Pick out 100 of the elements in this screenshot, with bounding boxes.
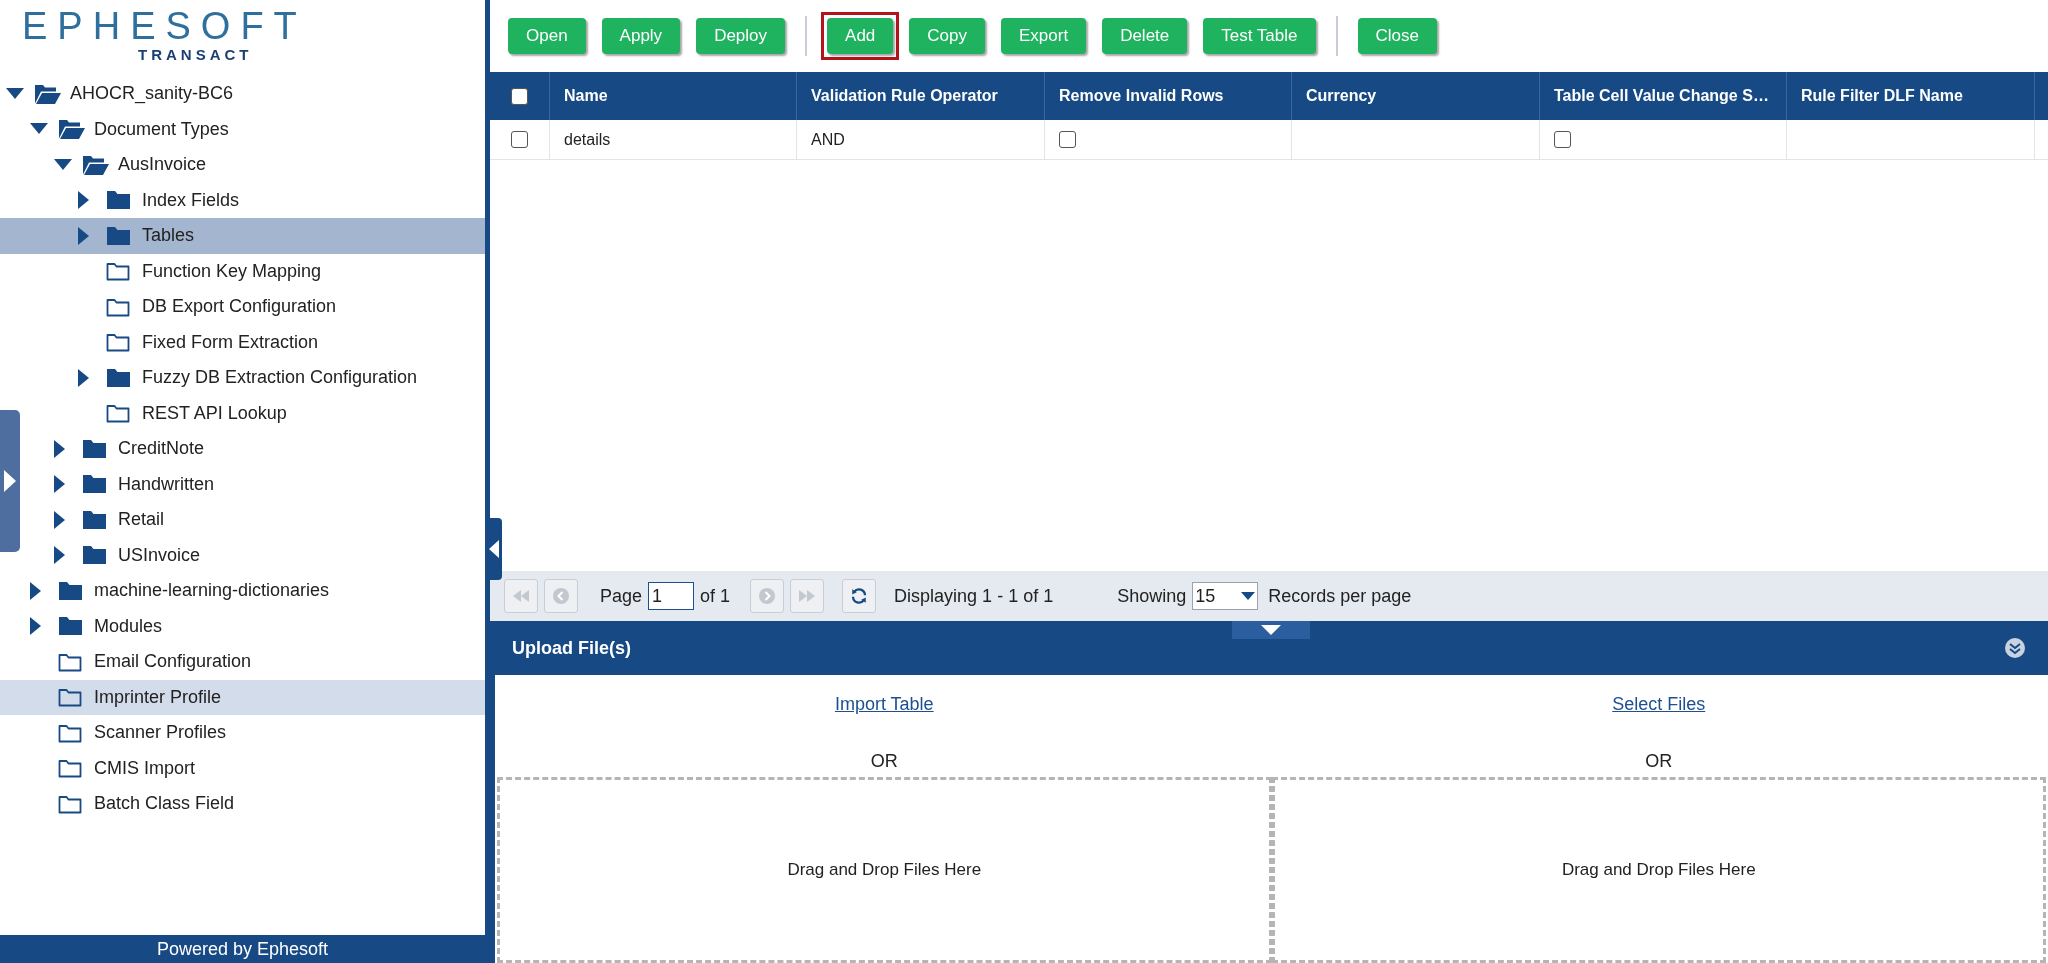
tree-item[interactable]: USInvoice: [54, 537, 201, 573]
drop-zone[interactable]: Drag and Drop Files Here: [1271, 777, 2046, 963]
tree-item[interactable]: machine-learning-dictionaries: [30, 573, 330, 609]
page-input[interactable]: 1: [648, 582, 695, 610]
tree-item-label: AusInvoice: [118, 153, 207, 177]
column-header[interactable]: Name: [550, 72, 797, 120]
folder-icon: [82, 545, 107, 566]
page-label: Page: [600, 584, 643, 608]
tree-item[interactable]: Function Key Mapping: [78, 253, 322, 289]
tree-item-label: Handwritten: [118, 472, 215, 496]
caret-right-icon[interactable]: [30, 617, 41, 636]
folder-icon: [82, 438, 107, 459]
cell-checkbox[interactable]: [1554, 131, 1571, 148]
cell-checkbox[interactable]: [1059, 131, 1076, 148]
column-header[interactable]: Table Cell Value Change S…: [1540, 72, 1787, 120]
tree-item[interactable]: Index Fields: [78, 182, 240, 218]
tree-item[interactable]: Batch Class Field: [30, 786, 235, 822]
upload-link[interactable]: Import Table: [834, 691, 934, 718]
tree-item[interactable]: AusInvoice: [54, 147, 207, 183]
tree-item[interactable]: Email Configuration: [30, 644, 252, 680]
per-page-select[interactable]: 15: [1192, 582, 1259, 610]
tree-item-label: CMIS Import: [94, 756, 195, 780]
folder-icon: [106, 190, 131, 211]
folder-icon: [58, 580, 83, 601]
folder-outline-icon: [106, 261, 130, 282]
folder-outline-icon: [58, 687, 82, 708]
folder-outline-icon: [58, 793, 82, 814]
or-text: OR: [870, 750, 898, 773]
side-collapse-tab[interactable]: [0, 410, 20, 552]
previous-icon: [553, 588, 569, 604]
caret-right-icon[interactable]: [54, 475, 65, 494]
tree-item[interactable]: Fixed Form Extraction: [78, 324, 319, 360]
tree-item-label: Batch Class Field: [94, 792, 235, 816]
or-text: OR: [1645, 750, 1673, 773]
folder-icon: [82, 509, 107, 530]
tree-item-label: Tables: [142, 224, 195, 248]
tree-item-label: REST API Lookup: [142, 401, 287, 425]
tree-item[interactable]: Document Types: [30, 111, 229, 147]
drop-zone-text: Drag and Drop Files Here: [787, 859, 982, 882]
next-icon: [759, 588, 776, 604]
folder-outline-icon: [106, 332, 130, 353]
caret-left-icon: [488, 540, 499, 558]
tree-item-label: Function Key Mapping: [142, 259, 322, 283]
open-folder-icon: [82, 153, 110, 176]
tree-item-label: Document Types: [94, 117, 229, 141]
caret-right-icon[interactable]: [30, 581, 41, 600]
caret-right-icon[interactable]: [78, 226, 89, 245]
first-page-icon: [513, 590, 529, 602]
tree-item-label: Retail: [118, 508, 165, 532]
logo-subtitle: TRANSACT: [138, 46, 254, 64]
caret-right-icon[interactable]: [78, 191, 89, 210]
showing-label: Showing: [1117, 584, 1187, 608]
caret-down-icon[interactable]: [54, 158, 72, 171]
tree-item[interactable]: Handwritten: [54, 466, 215, 502]
tree-item[interactable]: REST API Lookup: [78, 395, 287, 431]
caret-down-icon: [1261, 625, 1281, 635]
caret-right-icon[interactable]: [54, 510, 65, 529]
records-label: Records per page: [1268, 584, 1412, 608]
splitter-handle[interactable]: [1232, 621, 1310, 639]
panel-title: Upload File(s): [512, 636, 631, 660]
displaying-text: Displaying 1 - 1 of 1: [894, 584, 1054, 608]
dropdown-caret-icon: [1241, 592, 1256, 600]
caret-right-icon[interactable]: [78, 368, 89, 387]
caret-right-icon[interactable]: [54, 439, 65, 458]
column-header[interactable]: Currency: [1292, 72, 1540, 120]
folder-outline-icon: [58, 651, 82, 672]
tree-item[interactable]: CMIS Import: [30, 750, 195, 786]
folder-icon: [106, 367, 131, 388]
upload-link[interactable]: Select Files: [1612, 691, 1706, 718]
caret-down-icon[interactable]: [30, 123, 48, 136]
caret-right-icon: [4, 470, 16, 492]
column-header[interactable]: Remove Invalid Rows: [1045, 72, 1292, 120]
tree-item-label: Modules: [94, 614, 163, 638]
row-checkbox[interactable]: [511, 131, 528, 148]
column-header[interactable]: Rule Filter DLF Name: [1787, 72, 2035, 120]
refresh-icon: [850, 587, 869, 605]
tree-item-label: Index Fields: [142, 188, 240, 212]
tree-item-label: Fuzzy DB Extraction Configuration: [142, 366, 418, 390]
tree-item[interactable]: Retail: [54, 502, 165, 538]
header-checkbox[interactable]: [511, 87, 528, 105]
page-count: of 1: [700, 584, 731, 608]
tree-item[interactable]: Scanner Profiles: [30, 715, 227, 751]
folder-outline-icon: [106, 296, 130, 317]
drop-zone[interactable]: Drag and Drop Files Here: [497, 777, 1272, 963]
tree-item-label: CreditNote: [118, 437, 205, 461]
tree-item[interactable]: CreditNote: [54, 431, 205, 467]
tree-item[interactable]: AHOCR_sanity-BC6: [6, 76, 234, 112]
refresh-button[interactable]: [842, 579, 877, 613]
tree-item-label: machine-learning-dictionaries: [94, 579, 330, 603]
table-cell-text: AND: [811, 129, 845, 150]
tree-item-label: USInvoice: [118, 543, 201, 567]
tree-item-label: Fixed Form Extraction: [142, 330, 319, 354]
collapse-chevron-icon[interactable]: [2004, 637, 2026, 659]
folder-icon: [106, 225, 131, 246]
caret-down-icon[interactable]: [6, 87, 24, 100]
column-header[interactable]: Validation Rule Operator: [797, 72, 1045, 120]
tree-item[interactable]: Fuzzy DB Extraction Configuration: [78, 360, 418, 396]
tree-item[interactable]: Modules: [30, 608, 163, 644]
tree-item[interactable]: DB Export Configuration: [78, 289, 337, 325]
caret-right-icon[interactable]: [54, 546, 65, 565]
